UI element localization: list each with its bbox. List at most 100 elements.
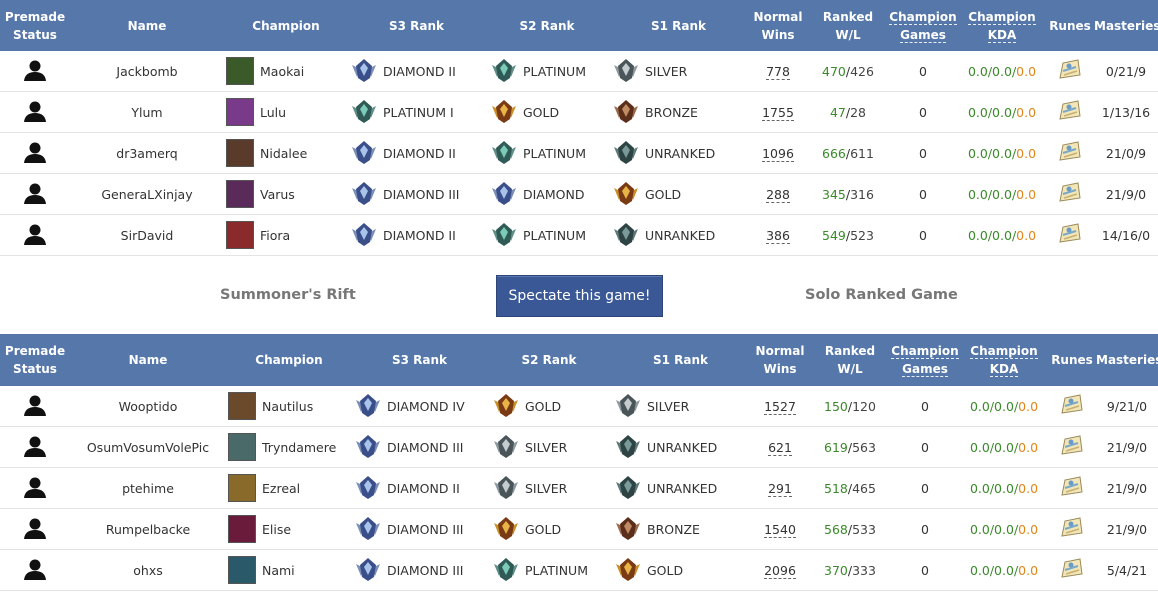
s2-rank-icon (493, 474, 519, 503)
champion-games: 0 (888, 91, 958, 133)
ranked-wins: 370 (824, 562, 848, 578)
col-champion-kda: Champion KDA (958, 0, 1046, 51)
premade-status (0, 549, 70, 591)
champion-name[interactable]: Nautilus (262, 399, 313, 414)
masteries[interactable]: 21/9/0 (1096, 426, 1158, 468)
champion-games: 0 (890, 508, 960, 550)
s1-rank-icon (615, 556, 641, 585)
masteries[interactable]: 5/4/21 (1096, 549, 1158, 591)
masteries[interactable]: 21/9/0 (1094, 173, 1158, 215)
normal-wins: 1540 (764, 521, 796, 538)
runes-icon[interactable] (1059, 557, 1085, 585)
player-name[interactable]: dr3amerq (70, 132, 224, 174)
s1-rank-icon (615, 474, 641, 503)
ranked-losses: 563 (852, 439, 876, 455)
person-icon (23, 101, 47, 126)
s3-rank-icon (355, 392, 381, 421)
player-name[interactable]: Jackbomb (70, 51, 224, 92)
premade-status (0, 173, 70, 215)
s1-rank: UNRANKED (647, 480, 718, 496)
runes-icon[interactable] (1059, 475, 1085, 503)
champion-name[interactable]: Ezreal (262, 481, 300, 496)
col-name: Name (70, 0, 224, 51)
player-name[interactable]: ohxs (70, 549, 226, 591)
normal-wins: 386 (766, 227, 790, 244)
s1-rank: SILVER (647, 398, 690, 414)
player-name[interactable]: ptehime (70, 467, 226, 509)
col-s2-rank: S2 Rank (485, 0, 609, 51)
masteries[interactable]: 0/21/9 (1094, 51, 1158, 92)
ranked-losses: 523 (850, 227, 874, 243)
champion-games: 0 (888, 214, 958, 256)
champion-name[interactable]: Nidalee (260, 146, 307, 161)
s1-rank-icon (615, 433, 641, 462)
player-row: Ylum Lulu PLATINUM I GOLD BRONZE 1755 47/28 0 0.… (0, 91, 1158, 133)
s3-rank-icon (351, 221, 377, 250)
masteries[interactable]: 1/13/16 (1094, 91, 1158, 133)
s3-rank: DIAMOND III (387, 521, 464, 537)
runes-icon[interactable] (1057, 140, 1083, 168)
masteries[interactable]: 21/9/0 (1096, 508, 1158, 550)
champion-name[interactable]: Nami (262, 563, 295, 578)
runes-icon[interactable] (1059, 516, 1085, 544)
premade-status (0, 51, 70, 92)
col-name: Name (70, 334, 226, 386)
champion-name[interactable]: Varus (260, 187, 295, 202)
player-row: Wooptido Nautilus DIAMOND IV GOLD SILVER 1527… (0, 386, 1158, 427)
player-row: ohxs Nami DIAMOND III PLATINUM GOLD 2096 370/3… (0, 549, 1158, 591)
champion-portrait-icon (228, 392, 256, 420)
person-icon (23, 224, 47, 249)
champion-portrait-icon (226, 98, 254, 126)
col-s2-rank: S2 Rank (487, 334, 611, 386)
champion-kda: 0.0/0.0/0.0 (958, 173, 1046, 215)
champion-kda: 0.0/0.0/0.0 (958, 214, 1046, 256)
map-name: Summoner's Rift (220, 287, 356, 303)
s3-rank-icon (355, 515, 381, 544)
premade-status (0, 508, 70, 550)
player-name[interactable]: Wooptido (70, 386, 226, 427)
person-icon (23, 559, 47, 584)
player-name[interactable]: SirDavid (70, 214, 224, 256)
runes-icon[interactable] (1059, 434, 1085, 462)
s1-rank-icon (613, 57, 639, 86)
champion-kda: 0.0/0.0/0.0 (958, 91, 1046, 133)
player-name[interactable]: Rumpelbacke (70, 508, 226, 550)
s3-rank: DIAMOND IV (387, 398, 465, 414)
ranked-wins: 518 (824, 480, 848, 496)
champion-name[interactable]: Elise (262, 522, 291, 537)
premade-status (0, 386, 70, 427)
player-row: GeneraLXinjay Varus DIAMOND III DIAMOND GOLD… (0, 173, 1158, 215)
premade-status (0, 214, 70, 256)
player-name[interactable]: GeneraLXinjay (70, 173, 224, 215)
s3-rank: DIAMOND II (387, 480, 460, 496)
player-name[interactable]: OsumVosumVolePic (70, 426, 226, 468)
runes-icon[interactable] (1057, 58, 1083, 86)
spectate-button[interactable]: Spectate this game! (496, 275, 663, 317)
col-s1-rank: S1 Rank (611, 334, 750, 386)
champion-name[interactable]: Fiora (260, 228, 290, 243)
masteries[interactable]: 9/21/0 (1096, 386, 1158, 427)
person-icon (23, 142, 47, 167)
champion-name[interactable]: Tryndamere (262, 440, 336, 455)
col-champion-games: Champion Games (890, 334, 960, 386)
champion-portrait-icon (226, 57, 254, 85)
masteries[interactable]: 14/16/0 (1094, 214, 1158, 256)
ranked-losses: 28 (850, 104, 867, 120)
runes-icon[interactable] (1057, 99, 1083, 127)
masteries[interactable]: 21/9/0 (1096, 467, 1158, 509)
champion-games: 0 (890, 467, 960, 509)
table-header: Premade Status Name Champion S3 Rank S2 R… (0, 334, 1158, 386)
masteries[interactable]: 21/0/9 (1094, 132, 1158, 174)
s3-rank: DIAMOND III (387, 439, 464, 455)
s3-rank: PLATINUM I (383, 104, 454, 120)
s1-rank-icon (613, 180, 639, 209)
player-name[interactable]: Ylum (70, 91, 224, 133)
champion-name[interactable]: Lulu (260, 105, 286, 120)
s2-rank-icon (491, 139, 517, 168)
s2-rank: PLATINUM (523, 227, 586, 243)
runes-icon[interactable] (1057, 181, 1083, 209)
champion-name[interactable]: Maokai (260, 64, 304, 79)
s3-rank-icon (351, 98, 377, 127)
runes-icon[interactable] (1059, 393, 1085, 421)
runes-icon[interactable] (1057, 222, 1083, 250)
